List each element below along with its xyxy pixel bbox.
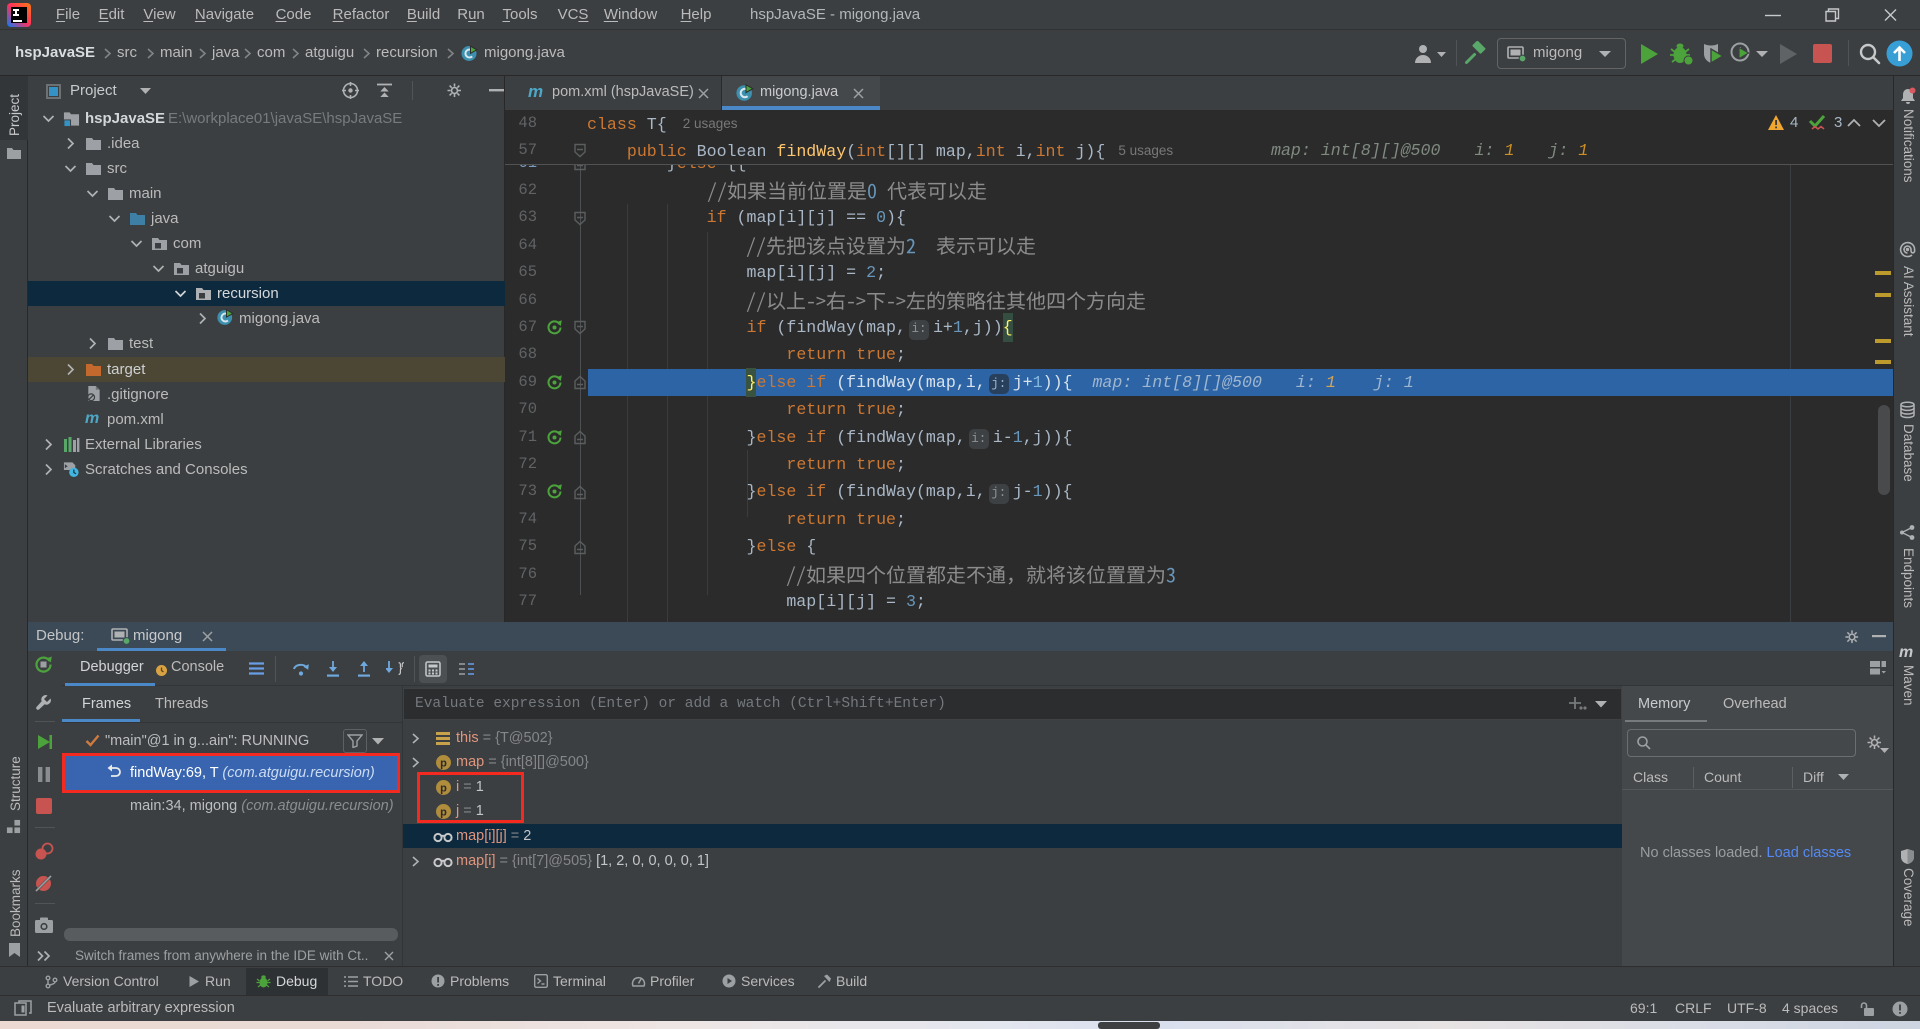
svg-text:p: p: [440, 758, 447, 770]
